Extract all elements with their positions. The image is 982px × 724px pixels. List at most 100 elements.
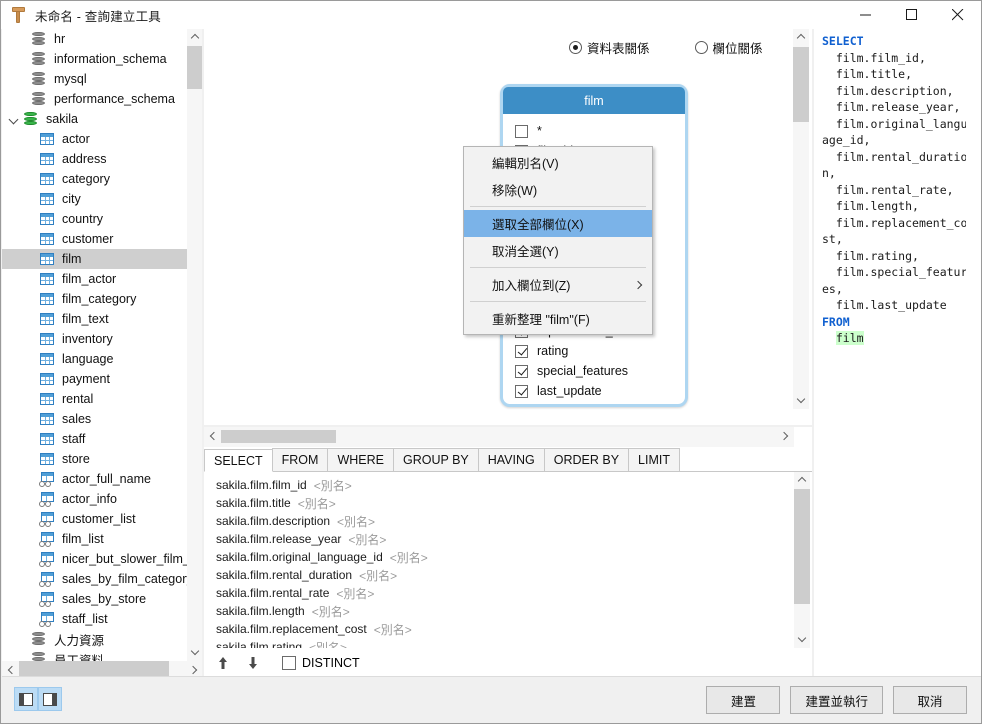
select-field-row[interactable]: sakila.film.release_year<別名>	[204, 530, 794, 548]
select-field-row[interactable]: sakila.film.rental_rate<別名>	[204, 584, 794, 602]
radio-資料表關係[interactable]: 資料表關係	[569, 38, 650, 57]
maximize-button[interactable]	[889, 1, 935, 29]
tree-item-mysql[interactable]: mysql	[2, 69, 187, 89]
select-field-row[interactable]: sakila.film.rating<別名>	[204, 638, 794, 648]
tree-item-film_text[interactable]: film_text	[2, 309, 187, 329]
tree-item-sales[interactable]: sales	[2, 409, 187, 429]
radio-button[interactable]	[569, 41, 582, 54]
field-checkbox[interactable]	[515, 365, 528, 378]
diagram-scroll-right-button[interactable]	[777, 427, 794, 444]
tree-item-film_category[interactable]: film_category	[2, 289, 187, 309]
radio-button[interactable]	[695, 41, 708, 54]
tree-item-sales_by_store[interactable]: sales_by_store	[2, 589, 187, 609]
close-button[interactable]	[935, 1, 981, 29]
tree-scroll-thumb[interactable]	[187, 46, 202, 89]
menu-item[interactable]: 移除(W)	[464, 176, 652, 203]
select-field-alias[interactable]: <別名>	[390, 549, 428, 566]
field-list-scrollbar[interactable]	[794, 472, 810, 648]
field-row-special_features[interactable]: special_features	[515, 361, 685, 381]
menu-item[interactable]: 編輯別名(V)	[464, 149, 652, 176]
tree-vertical-scrollbar[interactable]	[187, 29, 202, 661]
tab-limit[interactable]: LIMIT	[628, 448, 680, 471]
field-list-scroll-thumb[interactable]	[794, 489, 810, 604]
select-field-row[interactable]: sakila.film.rental_duration<別名>	[204, 566, 794, 584]
tree-item-rental[interactable]: rental	[2, 389, 187, 409]
select-field-alias[interactable]: <別名>	[374, 621, 412, 638]
diagram-vertical-scrollbar[interactable]	[793, 29, 809, 409]
tab-select[interactable]: SELECT	[204, 449, 273, 472]
menu-item[interactable]: 選取全部欄位(X)	[464, 210, 652, 237]
tree-item-員工資料[interactable]: 員工資料	[2, 649, 187, 661]
select-field-alias[interactable]: <別名>	[298, 495, 336, 512]
tree-scroll-down-button[interactable]	[187, 644, 202, 661]
select-field-list[interactable]: sakila.film.film_id<別名>sakila.film.title…	[204, 472, 794, 648]
tree-item-hr[interactable]: hr	[2, 29, 187, 49]
diagram-scroll-down-button[interactable]	[793, 392, 809, 409]
table-context-menu[interactable]: 編輯別名(V)移除(W) 選取全部欄位(X)取消全選(Y) 加入欄位到(Z) 重新整理…	[463, 146, 653, 335]
field-checkbox[interactable]	[515, 345, 528, 358]
tree-item-address[interactable]: address	[2, 149, 187, 169]
select-field-row[interactable]: sakila.film.original_language_id<別名>	[204, 548, 794, 566]
select-field-row[interactable]: sakila.film.length<別名>	[204, 602, 794, 620]
tree-item-actor_full_name[interactable]: actor_full_name	[2, 469, 187, 489]
select-field-alias[interactable]: <別名>	[359, 567, 397, 584]
select-field-alias[interactable]: <別名>	[336, 585, 374, 602]
tree-item-store[interactable]: store	[2, 449, 187, 469]
chevron-down-icon[interactable]	[6, 109, 22, 129]
sql-preview-panel[interactable]: SELECT film.film_id, film.title, film.de…	[814, 29, 982, 677]
tree-item-film_list[interactable]: film_list	[2, 529, 187, 549]
arrow-down-icon[interactable]	[242, 652, 264, 674]
minimize-button[interactable]	[843, 1, 889, 29]
diagram-scroll-up-button[interactable]	[793, 29, 809, 46]
tab-group-by[interactable]: GROUP BY	[393, 448, 479, 471]
select-field-alias[interactable]: <別名>	[312, 603, 350, 620]
tree-item-film_actor[interactable]: film_actor	[2, 269, 187, 289]
tab-having[interactable]: HAVING	[478, 448, 545, 471]
tree-horizontal-scrollbar[interactable]	[2, 661, 202, 677]
tree-item-payment[interactable]: payment	[2, 369, 187, 389]
diagram-horizontal-scrollbar[interactable]	[204, 427, 794, 447]
diagram-scroll-thumb[interactable]	[793, 47, 809, 122]
tree-hscroll-thumb[interactable]	[19, 661, 169, 677]
field-checkbox[interactable]	[515, 385, 528, 398]
toggle-left-panel[interactable]	[14, 687, 38, 711]
sql-vertical-scrollbar[interactable]	[966, 29, 982, 677]
select-field-alias[interactable]: <別名>	[309, 639, 347, 649]
menu-item[interactable]: 重新整理 "film"(F)	[464, 305, 652, 332]
tree-item-country[interactable]: country	[2, 209, 187, 229]
field-row-last_update[interactable]: last_update	[515, 381, 685, 401]
toggle-right-panel[interactable]	[38, 687, 62, 711]
tree-item-staff[interactable]: staff	[2, 429, 187, 449]
radio-欄位關係[interactable]: 欄位關係	[695, 38, 763, 57]
select-field-row[interactable]: sakila.film.description<別名>	[204, 512, 794, 530]
tree-item-information_schema[interactable]: information_schema	[2, 49, 187, 69]
diagram-hscroll-thumb[interactable]	[221, 430, 336, 443]
button-建置[interactable]: 建置	[706, 686, 780, 714]
tree-item-actor[interactable]: actor	[2, 129, 187, 149]
menu-item[interactable]: 取消全選(Y)	[464, 237, 652, 264]
button-取消[interactable]: 取消	[893, 686, 967, 714]
field-list-scroll-down-button[interactable]	[794, 631, 810, 648]
menu-item[interactable]: 加入欄位到(Z)	[464, 271, 652, 298]
tree-item-staff_list[interactable]: staff_list	[2, 609, 187, 629]
field-checkbox[interactable]	[515, 125, 528, 138]
tab-order-by[interactable]: ORDER BY	[544, 448, 629, 471]
select-field-row[interactable]: sakila.film.title<別名>	[204, 494, 794, 512]
tree-item-人力資源[interactable]: 人力資源	[2, 629, 187, 649]
tree-item-actor_info[interactable]: actor_info	[2, 489, 187, 509]
select-field-alias[interactable]: <別名>	[314, 477, 352, 494]
tab-where[interactable]: WHERE	[327, 448, 394, 471]
tree-scroll-up-button[interactable]	[187, 29, 202, 46]
tree-item-inventory[interactable]: inventory	[2, 329, 187, 349]
diagram-scroll-left-button[interactable]	[204, 427, 221, 444]
tree-item-customer_list[interactable]: customer_list	[2, 509, 187, 529]
tree-item-customer[interactable]: customer	[2, 229, 187, 249]
tree-item-performance_schema[interactable]: performance_schema	[2, 89, 187, 109]
schema-tree[interactable]: hrinformation_schemamysqlperformance_sch…	[2, 29, 187, 661]
tree-item-sakila[interactable]: sakila	[2, 109, 187, 129]
tree-item-language[interactable]: language	[2, 349, 187, 369]
tree-item-film[interactable]: film	[2, 249, 187, 269]
select-field-row[interactable]: sakila.film.film_id<別名>	[204, 476, 794, 494]
select-field-alias[interactable]: <別名>	[348, 531, 386, 548]
arrow-up-icon[interactable]	[212, 652, 234, 674]
